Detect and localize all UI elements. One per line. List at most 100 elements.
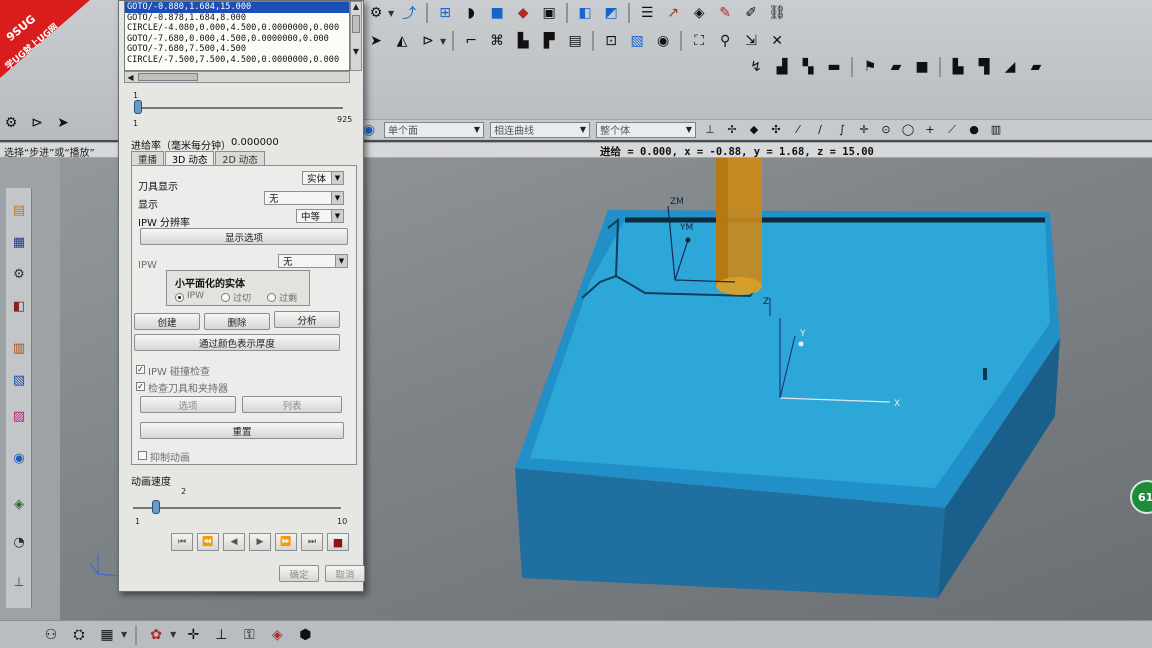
reset-button[interactable]: 重置 [140,422,344,439]
link-icon[interactable]: ⛓ [766,2,788,24]
fixture-icon[interactable]: ▚ [797,56,819,78]
pen-icon[interactable]: ✐ [740,2,762,24]
create-button[interactable]: 创建 [134,313,200,330]
chevron-down-icon[interactable]: ▼ [388,9,394,18]
close-icon[interactable]: ✕ [766,30,788,52]
snap-circle-icon[interactable]: ⊙ [878,119,894,141]
tool-display-select[interactable]: 实体 ▼ [302,171,344,185]
tool-path-icon[interactable]: ▜ [973,56,995,78]
suppress-animation-checkbox[interactable] [138,451,147,460]
step-back-icon[interactable]: ⏪ [197,533,219,551]
step-forward-icon[interactable]: ⏩ [275,533,297,551]
motion-slider[interactable]: 1 1 925 [129,89,357,129]
snap-icon[interactable]: ⊞ [434,2,456,24]
toolpath-line[interactable]: GOTO/-0.878,1.684,8.000 [125,13,349,24]
material-icon[interactable]: ◈ [266,624,288,646]
view-icon[interactable]: ▛ [538,30,560,52]
snap-midpoint-icon[interactable]: ✢ [724,119,740,141]
edit-icon[interactable]: ✎ [714,2,736,24]
scroll-left-icon[interactable]: ◀ [125,73,136,82]
list-button[interactable]: 列表 [242,396,342,413]
color-palette-icon[interactable]: ✿ [145,624,167,646]
snap-endpoint-icon[interactable]: ⊥ [702,119,718,141]
color-thickness-button[interactable]: 通过颜色表示厚度 [134,334,340,351]
listing-vertical-scrollbar[interactable]: ▲ ▼ [350,1,362,71]
flag-icon[interactable]: ⚑ [859,56,881,78]
body-rule-select[interactable]: 整个体 ▼ [596,121,696,138]
chevron-down-icon[interactable]: ▼ [121,630,127,639]
palette-icon[interactable]: ▧ [9,370,29,390]
snap-line-icon[interactable]: ⁄ [790,119,806,141]
scroll-thumb[interactable] [352,15,360,33]
ipw-resolution-select[interactable]: 中等 ▼ [296,209,344,223]
tool-icon[interactable]: ⚙ [0,112,22,134]
radio-gouge[interactable] [221,293,230,302]
snap-tangent-icon[interactable]: ∕ [812,119,828,141]
toolpath-line[interactable]: GOTO/-7.680,0.000,4.500,0.0000000,0.000 [125,34,349,45]
curve-rule-select[interactable]: 相连曲线 ▼ [490,121,590,138]
radio-ipw[interactable] [175,293,184,302]
cursor-icon[interactable]: ➤ [52,112,74,134]
layer-icon[interactable]: ☰ [636,2,658,24]
rewind-to-start-icon[interactable]: ⏮ [171,533,193,551]
toolbox-icon[interactable]: ▰ [1025,56,1047,78]
motion-slider-knob[interactable] [134,100,142,114]
tool-icon[interactable]: ⚙ [365,2,387,24]
snap-grid-icon[interactable]: ▥ [988,119,1004,141]
tab-replay[interactable]: 重播 [131,151,165,166]
ipw-select[interactable]: 无 ▼ [278,254,348,268]
animation-speed-track[interactable] [133,507,341,509]
mill-icon[interactable]: ⌐ [460,30,482,52]
settings-icon[interactable]: ⬢ [294,624,316,646]
ok-button[interactable]: 确定 [279,565,319,582]
part-navigator-icon[interactable]: ▤ [9,200,29,220]
arrow-icon[interactable]: ↯ [745,56,767,78]
cancel-button[interactable]: 取消 [325,565,365,582]
play-backward-icon[interactable]: ◀ [223,533,245,551]
list-icon[interactable]: ▬ [823,56,845,78]
tab-3d-dynamic[interactable]: 3D 动态 [165,151,215,166]
motion-slider-track[interactable] [137,107,343,109]
snap-quadrant-icon[interactable]: ◯ [900,119,916,141]
ipw-collision-checkbox[interactable]: ✓ [136,365,145,374]
operation-icon[interactable]: ▙ [512,30,534,52]
scroll-down-icon[interactable]: ▼ [351,47,361,58]
check-holder-checkbox[interactable]: ✓ [136,382,145,391]
toolpath-icon[interactable]: ⊡ [600,30,622,52]
toolpath-line[interactable]: CIRCLE/-7.500,7.500,4.500,0.0000000,0.00… [125,55,349,66]
analyze-button[interactable]: 分析 [274,311,340,328]
vise-icon[interactable]: ▟ [771,56,793,78]
options-button[interactable]: 选项 [140,396,236,413]
shaded-icon[interactable]: ◗ [460,2,482,24]
snap-face-icon[interactable]: ● [966,119,982,141]
roles-icon[interactable]: ▨ [9,406,29,426]
delete-button[interactable]: 删除 [204,313,270,330]
crosshair-icon[interactable]: ✛ [182,624,204,646]
scroll-thumb[interactable] [138,73,198,81]
clock-icon[interactable]: ◔ [9,532,29,552]
radio-excess[interactable] [267,293,276,302]
toolpath-line[interactable]: GOTO/-0.880,1.684,15.000 [125,2,349,13]
animation-speed-knob[interactable] [152,500,161,514]
box-icon[interactable]: ■ [911,56,933,78]
system-materials-icon[interactable]: ◈ [9,494,29,514]
shape-icon[interactable]: ◢ [999,56,1021,78]
clamp-icon[interactable]: ⛶ [688,30,710,52]
snap-point-icon[interactable]: ✛ [856,119,872,141]
probe-icon[interactable]: ⚲ [714,30,736,52]
comment-icon[interactable]: ▰ [885,56,907,78]
snap-curve-icon[interactable]: ∫ [834,119,850,141]
group-icon[interactable]: ⚇ [40,624,62,646]
operation-navigator-icon[interactable]: ▦ [9,232,29,252]
listing-horizontal-scrollbar[interactable]: ◀ [124,71,350,83]
forward-to-end-icon[interactable]: ⏭ [301,533,323,551]
translate-icon[interactable]: ⇲ [740,30,762,52]
measure-icon[interactable]: ⊥ [210,624,232,646]
display-options-button[interactable]: 显示选项 [140,228,348,245]
snap-center-icon[interactable]: ◆ [746,119,762,141]
web-browser-icon[interactable]: ◉ [9,448,29,468]
play-forward-icon[interactable]: ▶ [249,533,271,551]
lock-icon[interactable]: ⚿ [238,624,260,646]
wcs-icon[interactable]: ⤴ [398,2,420,24]
stock-icon[interactable]: ▙ [947,56,969,78]
